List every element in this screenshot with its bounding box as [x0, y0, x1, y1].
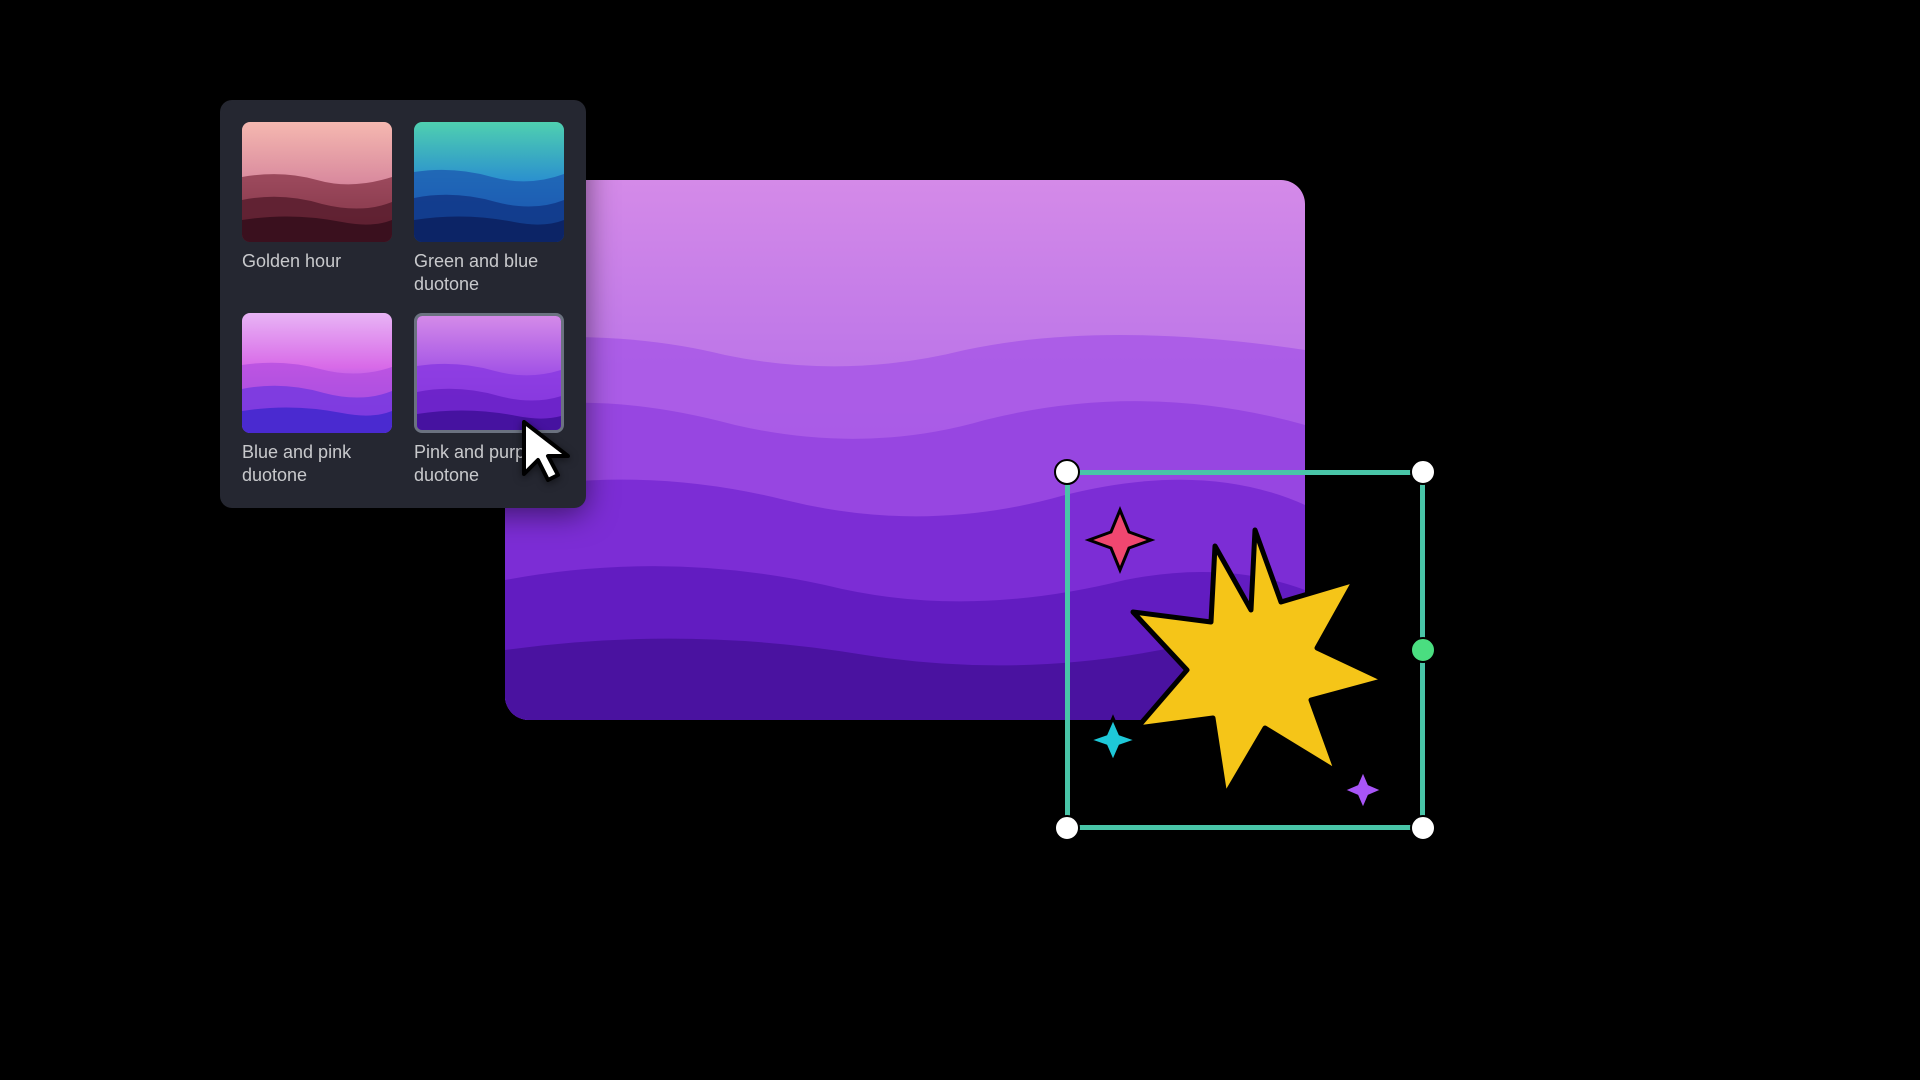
filter-thumb	[242, 313, 392, 433]
filter-option-golden-hour[interactable]: Golden hour	[242, 122, 392, 295]
cursor-icon	[518, 418, 576, 488]
filter-thumb	[414, 122, 564, 242]
filter-thumb	[242, 122, 392, 242]
resize-handle-bottom-right[interactable]	[1410, 815, 1436, 841]
filter-label: Golden hour	[242, 250, 392, 273]
filter-label: Blue and pink duotone	[242, 441, 392, 486]
element-selection-box[interactable]	[1065, 470, 1425, 830]
filter-thumb	[414, 313, 564, 433]
resize-handle-bottom-left[interactable]	[1054, 815, 1080, 841]
resize-handle-top-left[interactable]	[1054, 459, 1080, 485]
filter-option-blue-pink[interactable]: Blue and pink duotone	[242, 313, 392, 486]
selection-border	[1065, 470, 1425, 830]
resize-handle-top-right[interactable]	[1410, 459, 1436, 485]
filter-option-green-blue[interactable]: Green and blue duotone	[414, 122, 564, 295]
rotate-handle[interactable]	[1410, 637, 1436, 663]
filter-label: Green and blue duotone	[414, 250, 564, 295]
